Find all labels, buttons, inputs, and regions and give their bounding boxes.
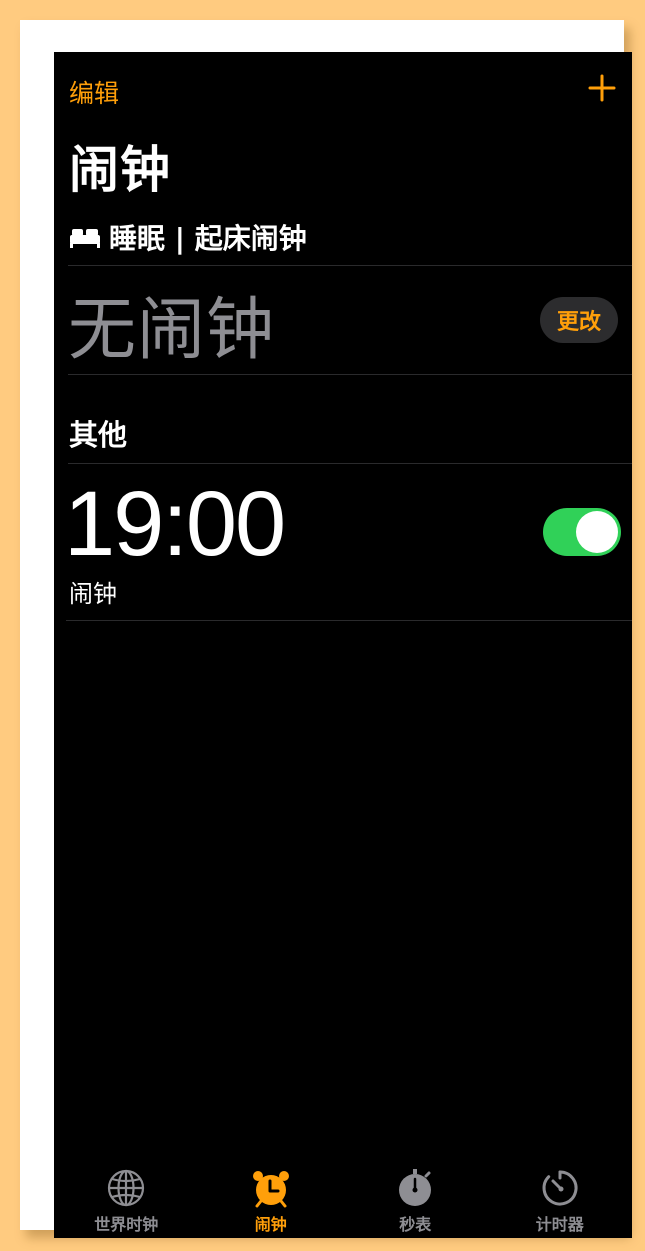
stopwatch-icon [399, 1169, 432, 1206]
tab-label: 世界时钟 [94, 1215, 159, 1234]
tab-world-clock[interactable]: 世界时钟 [54, 1158, 199, 1238]
other-section-header: 其他 [69, 418, 128, 452]
divider [68, 265, 632, 266]
screenshot-frame: 编辑 闹钟 睡眠 | 起床闹钟 无闹钟 更改 其他 19:00 闹钟 世界时钟 … [20, 20, 632, 1238]
plus-icon[interactable] [588, 74, 616, 102]
phone-screen: 编辑 闹钟 睡眠 | 起床闹钟 无闹钟 更改 其他 19:00 闹钟 世界时钟 … [54, 52, 632, 1238]
timer-icon [542, 1170, 578, 1206]
alarm-toggle[interactable] [543, 508, 621, 556]
tab-timer[interactable]: 计时器 [488, 1158, 633, 1238]
tab-label: 闹钟 [254, 1215, 287, 1234]
change-button[interactable]: 更改 [540, 297, 618, 343]
edit-button[interactable]: 编辑 [69, 74, 119, 110]
tab-label: 秒表 [399, 1215, 432, 1234]
divider [68, 463, 632, 464]
alarm-clock-icon [252, 1171, 289, 1208]
sleep-section-header: 睡眠 | 起床闹钟 [69, 217, 307, 257]
sleep-section-title: 睡眠 | 起床闹钟 [109, 222, 307, 255]
alarm-label: 闹钟 [69, 580, 117, 608]
bed-icon [70, 229, 100, 248]
tab-bar: 世界时钟 闹钟 秒表 计时器 [54, 1158, 632, 1238]
sleep-alarm-status: 无闹钟 [68, 291, 276, 370]
divider [66, 620, 632, 621]
globe-icon [108, 1169, 145, 1207]
divider [68, 374, 632, 375]
tab-label: 计时器 [535, 1215, 584, 1234]
toggle-knob [576, 511, 618, 553]
tab-stopwatch[interactable]: 秒表 [343, 1158, 488, 1238]
tab-alarm[interactable]: 闹钟 [199, 1158, 344, 1238]
page-title: 闹钟 [69, 141, 171, 199]
alarm-time: 19:00 [64, 473, 286, 575]
